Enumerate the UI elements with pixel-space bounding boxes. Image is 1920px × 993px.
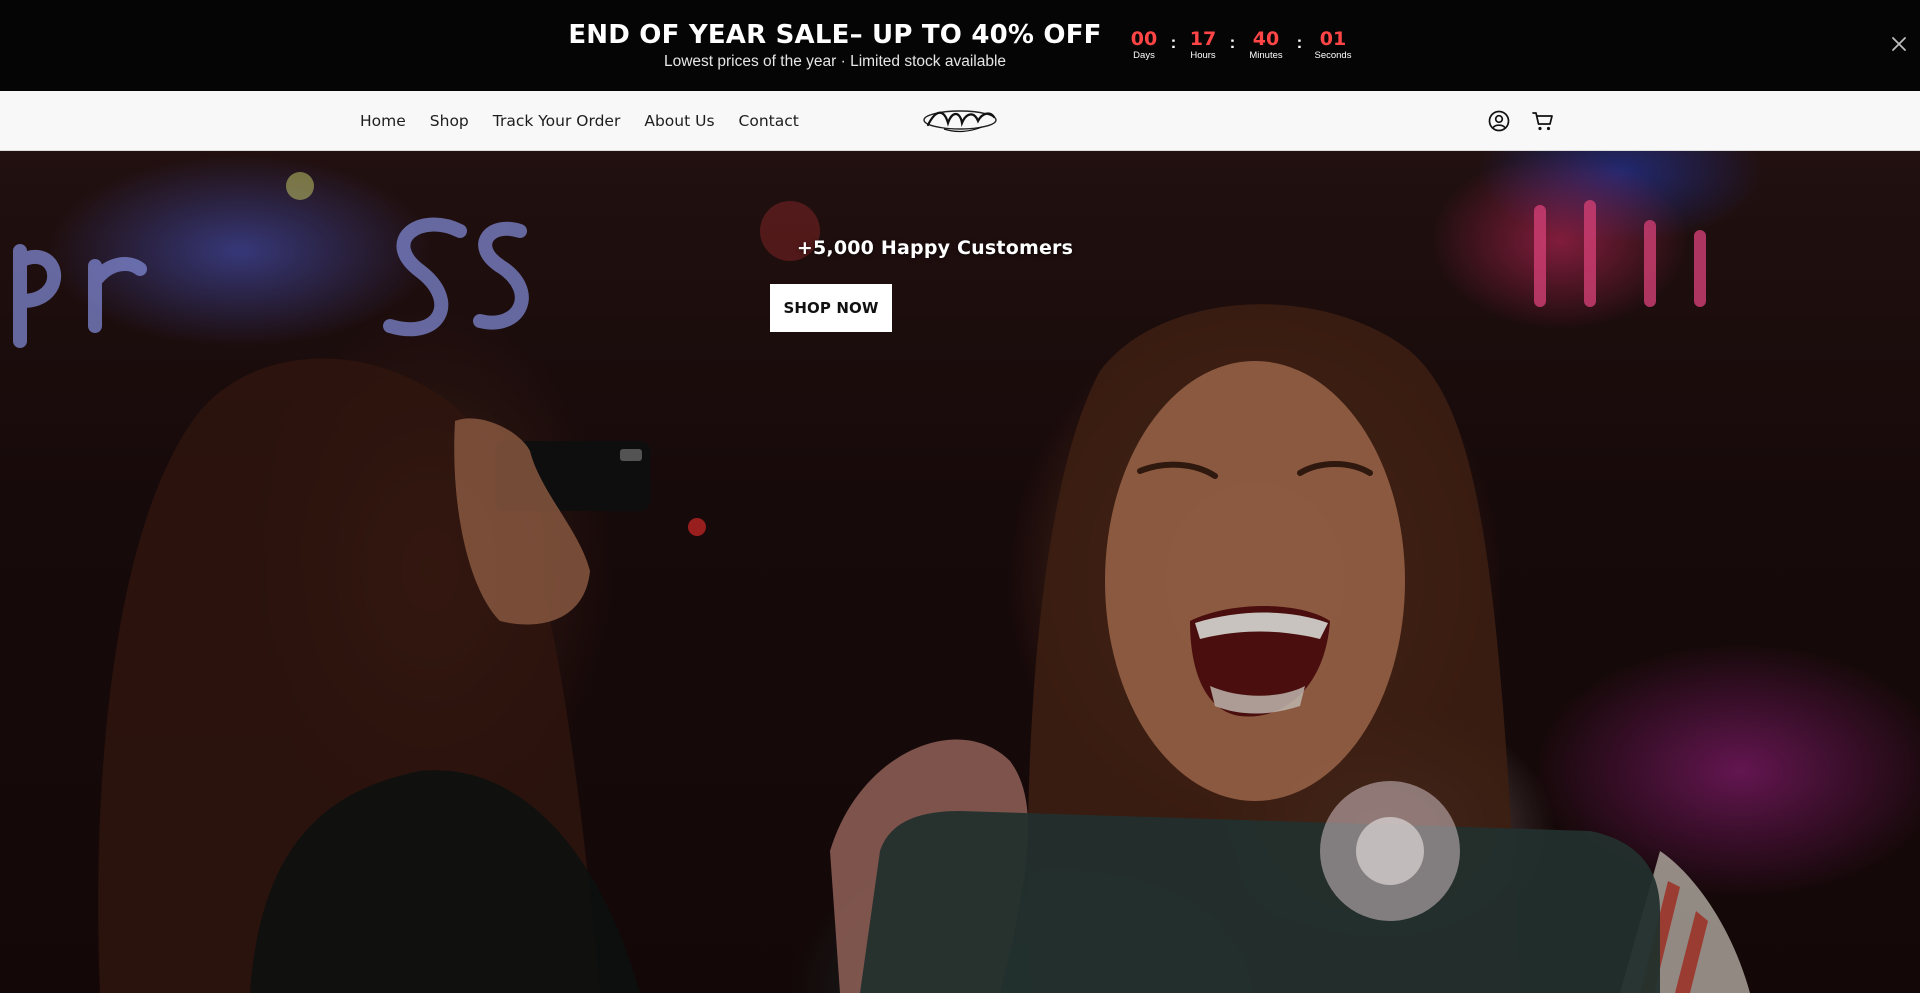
- hero-content: +5,000 Happy Customers SHOP NOW: [0, 151, 1920, 993]
- countdown-separator: :: [1296, 33, 1303, 52]
- sale-text-block: END OF YEAR SALE– UP TO 40% OFF Lowest p…: [560, 18, 1110, 72]
- countdown-seconds: 01 Seconds: [1309, 28, 1357, 61]
- header-actions: [1486, 108, 1556, 134]
- hero-heading: +5,000 Happy Customers: [796, 237, 1074, 259]
- countdown-minutes: 40 Minutes: [1242, 28, 1290, 61]
- countdown-days-label: Days: [1133, 50, 1155, 61]
- countdown-seconds-value: 01: [1319, 28, 1347, 50]
- cart-icon[interactable]: [1530, 108, 1556, 134]
- nav-track-order[interactable]: Track Your Order: [493, 112, 621, 130]
- countdown-seconds-label: Seconds: [1314, 50, 1352, 61]
- site-header: Home Shop Track Your Order About Us Cont…: [0, 91, 1920, 151]
- hero-banner: +5,000 Happy Customers SHOP NOW: [0, 151, 1920, 993]
- countdown-minutes-label: Minutes: [1249, 50, 1283, 61]
- nav-about-us[interactable]: About Us: [644, 112, 714, 130]
- main-nav: Home Shop Track Your Order About Us Cont…: [360, 91, 799, 151]
- countdown-separator: :: [1229, 33, 1236, 52]
- brand-logo-icon[interactable]: [922, 105, 998, 135]
- sale-subtitle: Lowest prices of the year · Limited stoc…: [663, 53, 1007, 70]
- countdown-days: 00 Days: [1124, 28, 1164, 61]
- countdown-days-value: 00: [1130, 28, 1158, 50]
- countdown-separator: :: [1170, 33, 1177, 52]
- close-icon[interactable]: [1888, 33, 1910, 55]
- countdown-minutes-value: 40: [1252, 28, 1280, 50]
- nav-home[interactable]: Home: [360, 112, 406, 130]
- account-icon[interactable]: [1486, 108, 1512, 134]
- countdown-hours-value: 17: [1189, 28, 1217, 50]
- sale-title: END OF YEAR SALE– UP TO 40% OFF: [568, 20, 1102, 50]
- countdown-timer: 00 Days : 17 Hours : 40 Minutes : 01 Sec…: [1124, 28, 1357, 64]
- countdown-hours-label: Hours: [1190, 50, 1216, 61]
- nav-shop[interactable]: Shop: [430, 112, 469, 130]
- nav-contact[interactable]: Contact: [739, 112, 799, 130]
- shop-now-button[interactable]: SHOP NOW: [770, 284, 892, 332]
- announcement-bar: END OF YEAR SALE– UP TO 40% OFF Lowest p…: [0, 0, 1920, 91]
- countdown-hours: 17 Hours: [1183, 28, 1223, 61]
